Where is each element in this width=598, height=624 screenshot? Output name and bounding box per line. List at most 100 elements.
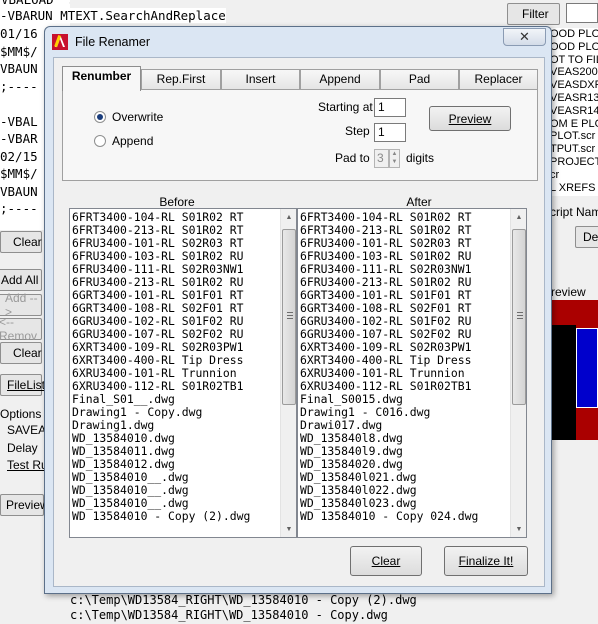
file-row[interactable]: 6GRU3400-102-RL S01F02 RU xyxy=(72,315,279,328)
close-button[interactable]: ✕ xyxy=(503,28,546,46)
test-run-label[interactable]: Test Ru xyxy=(7,458,48,472)
file-row[interactable]: WD 13584010 - Copy (2).dwg xyxy=(72,510,279,523)
script-list-item[interactable]: OM E PLO xyxy=(548,118,598,131)
script-list-item[interactable]: OOD PLOT xyxy=(548,28,598,41)
file-row[interactable]: 6XRT3400-109-RL S02R03PW1 xyxy=(300,341,509,354)
file-row[interactable]: 6XRU3400-101-RL Trunnion xyxy=(300,367,509,380)
tab-insert[interactable]: Insert xyxy=(221,69,300,90)
clear-button[interactable]: Clear xyxy=(350,546,422,576)
script-list-item[interactable]: VEASDXF xyxy=(548,79,598,92)
file-row[interactable]: 6FRU3400-103-RL S01R02 RU xyxy=(300,250,509,263)
file-row[interactable]: 6FRU3400-101-RL S02R03 RT xyxy=(300,237,509,250)
scroll-up-icon[interactable]: ▲ xyxy=(281,209,296,225)
tab-rep-first[interactable]: Rep.First xyxy=(141,69,221,90)
tab-pad[interactable]: Pad xyxy=(380,69,459,90)
after-list[interactable]: 6FRT3400-104-RL S01R02 RT 6FRT3400-213-RL… xyxy=(297,208,527,538)
file-row[interactable]: 6FRU3400-111-RL S02R03NW1 xyxy=(300,263,509,276)
file-row[interactable]: WD_13584010.dwg xyxy=(72,432,279,445)
preview-bg-button[interactable]: Preview xyxy=(0,494,49,516)
tab-append[interactable]: Append xyxy=(300,69,380,90)
filelists-button[interactable]: FileLists xyxy=(0,374,51,396)
add-all-button[interactable]: Add All xyxy=(0,269,42,291)
tab-renumber[interactable]: Renumber xyxy=(62,66,141,91)
scroll-down-icon[interactable]: ▼ xyxy=(281,521,296,537)
file-row[interactable]: WD 13584010 - Copy 024.dwg xyxy=(300,510,509,523)
script-list-item[interactable]: OT TO FIL xyxy=(548,54,598,67)
spin-down-icon[interactable]: ▼ xyxy=(390,158,399,166)
script-list-item[interactable]: VEASR14 xyxy=(548,105,598,118)
script-list-item[interactable]: cr xyxy=(548,169,598,182)
filter-button[interactable]: Filter xyxy=(507,3,560,25)
file-row[interactable]: 6FRU3400-213-RL S01R02 RU xyxy=(300,276,509,289)
file-row[interactable]: 6XRT3400-400-RL Tip Dress xyxy=(300,354,509,367)
file-row[interactable]: 6XRT3400-400-RL Tip Dress xyxy=(72,354,279,367)
file-row[interactable]: 6GRU3400-107-RL S02F02 RU xyxy=(300,328,509,341)
file-row[interactable]: Final_S01__.dwg xyxy=(72,393,279,406)
file-row[interactable]: 6FRT3400-213-RL S01R02 RT xyxy=(72,224,279,237)
file-row[interactable]: 6FRT3400-104-RL S01R02 RT xyxy=(72,211,279,224)
de-button[interactable]: De xyxy=(575,226,598,248)
before-scrollbar[interactable]: ▲ ▼ xyxy=(280,209,296,537)
spin-up-icon[interactable]: ▲ xyxy=(390,150,399,158)
file-row[interactable]: WD_13584011.dwg xyxy=(72,445,279,458)
overwrite-radio[interactable]: Overwrite xyxy=(94,110,163,124)
filter-input[interactable] xyxy=(566,3,598,23)
file-row[interactable]: Final_S0015.dwg xyxy=(300,393,509,406)
script-list-item[interactable]: VEAS200 xyxy=(548,66,598,79)
script-list-item[interactable]: PROJECT xyxy=(548,156,598,169)
scroll-thumb[interactable] xyxy=(282,229,296,405)
scroll-thumb[interactable] xyxy=(512,229,526,405)
file-row[interactable]: WD_135840l021.dwg xyxy=(300,471,509,484)
file-row[interactable]: WD_13584010__.dwg xyxy=(72,497,279,510)
file-row[interactable]: 6FRU3400-111-RL S02R03NW1 xyxy=(72,263,279,276)
file-row[interactable]: 6XRT3400-109-RL S02R03PW1 xyxy=(72,341,279,354)
append-radio[interactable]: Append xyxy=(94,134,153,148)
file-row[interactable]: Drawing1 - C016.dwg xyxy=(300,406,509,419)
clear-mid-button[interactable]: Clear xyxy=(0,342,42,364)
script-list-item[interactable]: L XREFS xyxy=(548,182,598,195)
file-row[interactable]: WD_13584020.dwg xyxy=(300,458,509,471)
pad-to-spinner[interactable]: ▲ ▼ xyxy=(389,149,400,168)
script-list-item[interactable]: TPUT.scr xyxy=(548,143,598,156)
file-row[interactable]: 6FRT3400-213-RL S01R02 RT xyxy=(300,224,509,237)
dialog-titlebar[interactable]: File Renamer ✕ xyxy=(45,27,551,57)
starting-at-input[interactable]: 1 xyxy=(374,98,406,117)
file-row[interactable]: WD_13584012.dwg xyxy=(72,458,279,471)
script-list-item[interactable]: OOD PLOT xyxy=(548,41,598,54)
tab-replacer[interactable]: Replacer xyxy=(459,69,538,90)
file-row[interactable]: 6GRU3400-107-RL S02F02 RU xyxy=(72,328,279,341)
file-row[interactable]: 6GRU3400-102-RL S01F02 RU xyxy=(300,315,509,328)
file-row[interactable]: 6GRT3400-101-RL S01F01 RT xyxy=(72,289,279,302)
file-row[interactable]: Drawi017.dwg xyxy=(300,419,509,432)
file-row[interactable]: 6XRU3400-112-RL S01R02TB1 xyxy=(72,380,279,393)
file-row[interactable]: 6FRU3400-103-RL S01R02 RU xyxy=(72,250,279,263)
file-row[interactable]: 6XRU3400-112-RL S01R02TB1 xyxy=(300,380,509,393)
file-row[interactable]: 6GRT3400-101-RL S01F01 RT xyxy=(300,289,509,302)
scroll-up-icon[interactable]: ▲ xyxy=(511,209,526,225)
file-row[interactable]: Drawing1.dwg xyxy=(72,419,279,432)
script-list[interactable]: OOD PLOTOOD PLOTOT TO FILVEAS200VEASDXFV… xyxy=(548,28,598,196)
file-row[interactable]: WD_135840l9.dwg xyxy=(300,445,509,458)
file-row[interactable]: 6XRU3400-101-RL Trunnion xyxy=(72,367,279,380)
file-row[interactable]: 6FRT3400-104-RL S01R02 RT xyxy=(300,211,509,224)
script-list-item[interactable]: VEASR13 xyxy=(548,92,598,105)
file-row[interactable]: 6FRU3400-213-RL S01R02 RU xyxy=(72,276,279,289)
script-list-item[interactable]: PLOT.scr xyxy=(548,130,598,143)
scroll-down-icon[interactable]: ▼ xyxy=(511,521,526,537)
add-button[interactable]: Add --> xyxy=(0,291,42,319)
step-input[interactable]: 1 xyxy=(374,123,406,142)
preview-button[interactable]: Preview xyxy=(429,106,511,131)
remove-button[interactable]: <-- Remov xyxy=(0,315,42,343)
after-scrollbar[interactable]: ▲ ▼ xyxy=(510,209,526,537)
file-row[interactable]: Drawing1 - Copy.dwg xyxy=(72,406,279,419)
file-row[interactable]: 6GRT3400-108-RL S02F01 RT xyxy=(72,302,279,315)
file-row[interactable]: WD_135840l8.dwg xyxy=(300,432,509,445)
file-row[interactable]: 6GRT3400-108-RL S02F01 RT xyxy=(300,302,509,315)
clear-top-button[interactable]: Clear xyxy=(0,231,42,253)
file-row[interactable]: WD_135840l022.dwg xyxy=(300,484,509,497)
before-list[interactable]: 6FRT3400-104-RL S01R02 RT 6FRT3400-213-RL… xyxy=(69,208,297,538)
pad-to-input[interactable]: 3 xyxy=(374,149,389,168)
finalize-button[interactable]: Finalize It! xyxy=(444,546,528,576)
file-row[interactable]: 6FRU3400-101-RL S02R03 RT xyxy=(72,237,279,250)
file-row[interactable]: WD_13584010__.dwg xyxy=(72,484,279,497)
